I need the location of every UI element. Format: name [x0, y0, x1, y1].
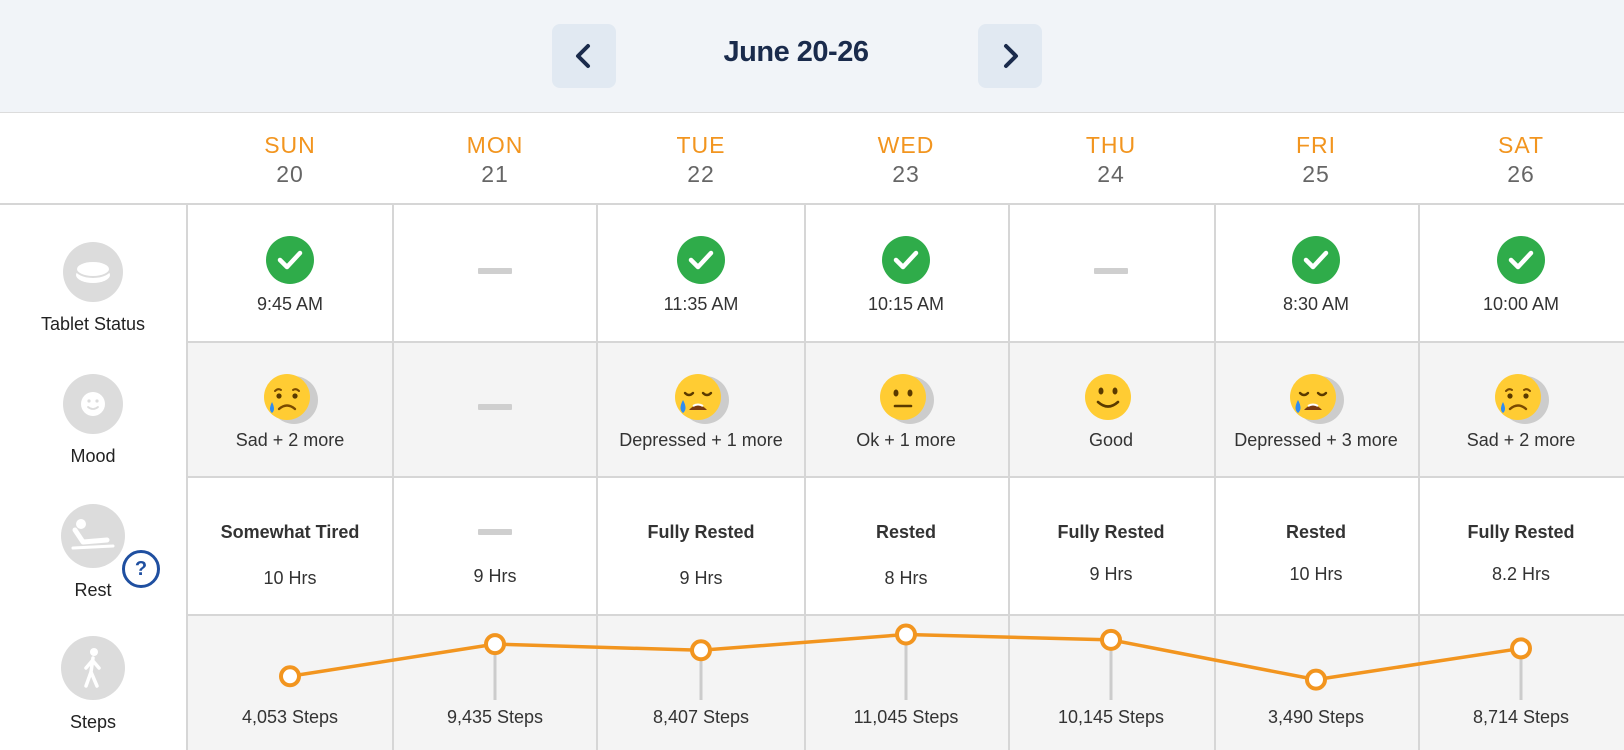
steps-point[interactable]: [1305, 668, 1327, 691]
steps-point[interactable]: [1510, 637, 1532, 660]
steps-point[interactable]: [279, 665, 301, 688]
steps-chart: [279, 623, 1532, 700]
steps-point[interactable]: [484, 633, 506, 656]
steps-point[interactable]: [690, 639, 712, 662]
steps-point[interactable]: [1100, 628, 1122, 651]
steps-point[interactable]: [895, 623, 917, 646]
